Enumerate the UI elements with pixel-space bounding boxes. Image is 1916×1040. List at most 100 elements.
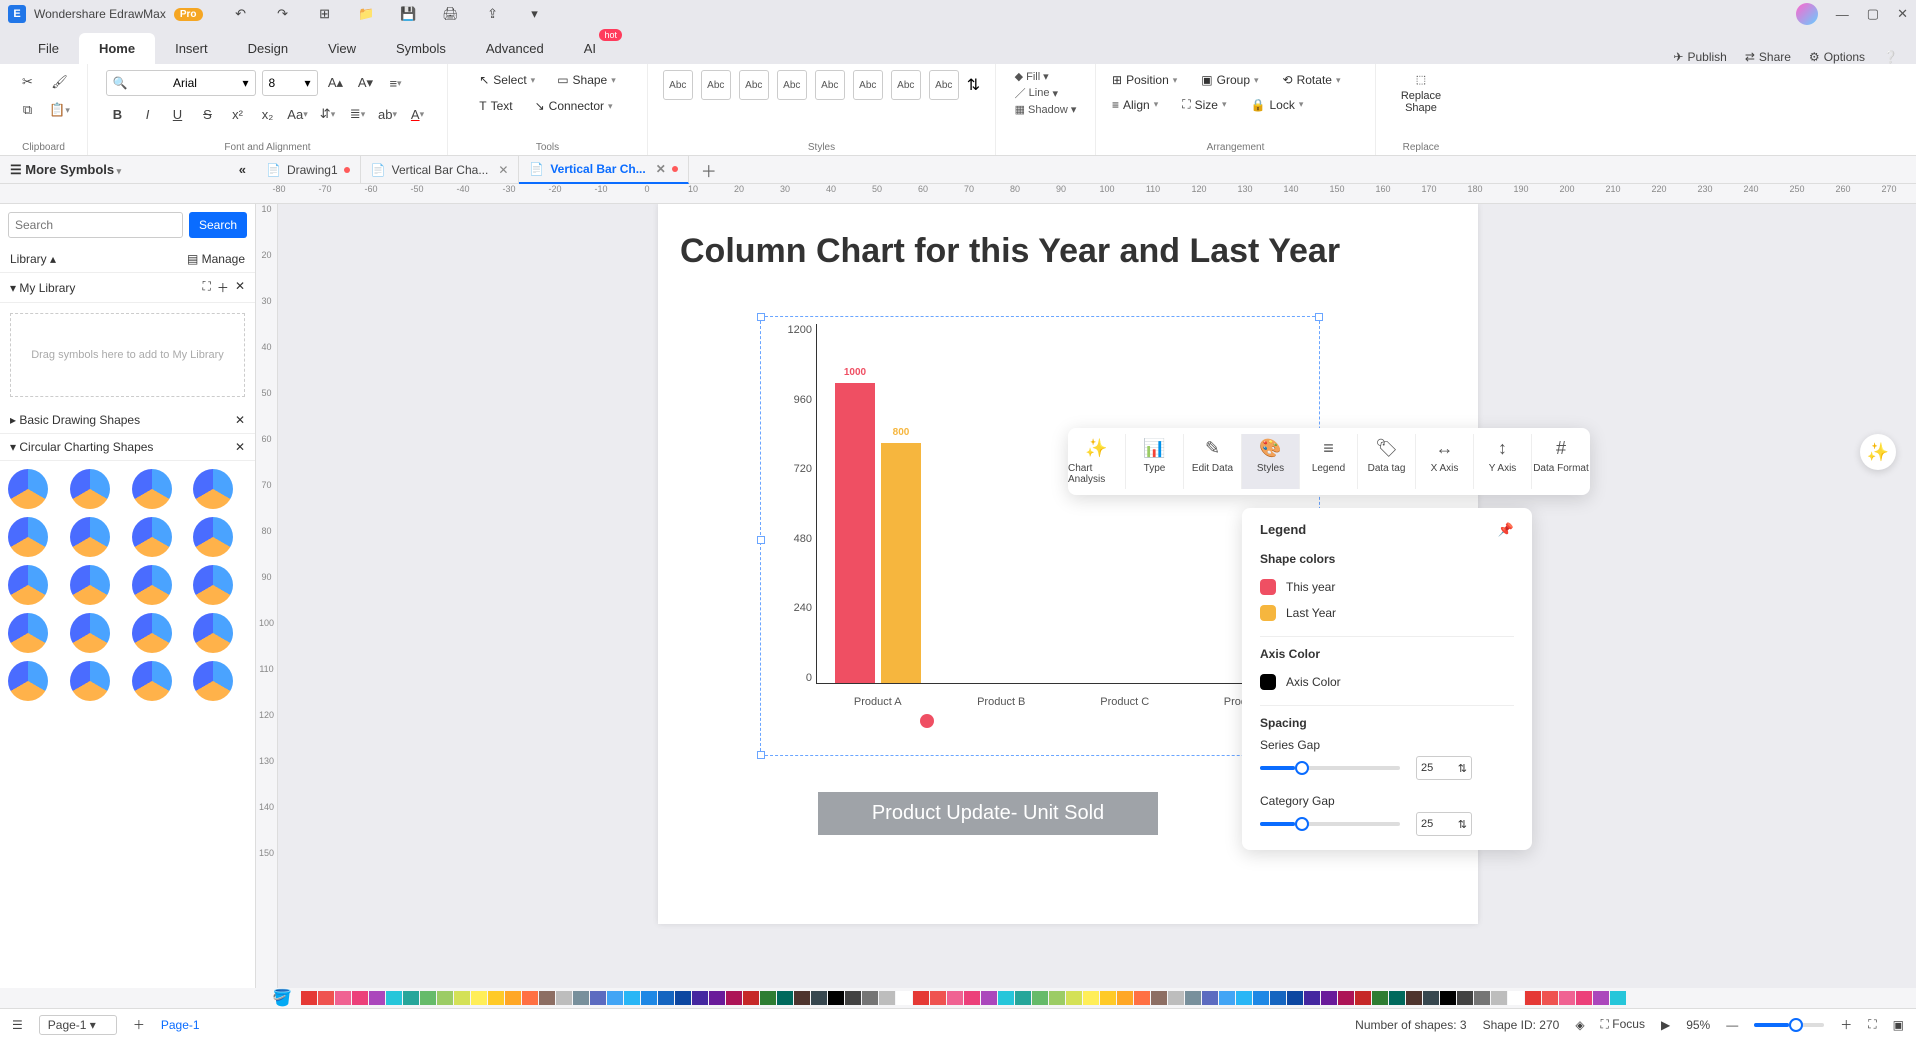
shrink-font-icon[interactable]: A▾: [354, 71, 378, 95]
symbol-shape[interactable]: [8, 661, 48, 701]
position-button[interactable]: ⊞ Position: [1106, 70, 1183, 90]
color-swatch[interactable]: [1253, 991, 1269, 1005]
color-swatch[interactable]: [1202, 991, 1218, 1005]
color-swatch[interactable]: [1168, 991, 1184, 1005]
color-swatch[interactable]: [1610, 991, 1626, 1005]
color-swatch[interactable]: [437, 991, 453, 1005]
tab-advanced[interactable]: Advanced: [466, 33, 564, 64]
page-select[interactable]: Page-1 ▾: [39, 1015, 117, 1035]
mylib-close-icon[interactable]: ✕: [235, 279, 245, 296]
paste-icon[interactable]: 📋: [48, 98, 72, 122]
redo-icon[interactable]: ↷: [271, 2, 295, 26]
color-swatch[interactable]: [641, 991, 657, 1005]
layers-icon[interactable]: ◈: [1575, 1018, 1584, 1032]
color-swatch[interactable]: [607, 991, 623, 1005]
color-swatch[interactable]: [913, 991, 929, 1005]
style-preset[interactable]: Abc: [891, 70, 921, 100]
series-color-row[interactable]: Last Year: [1260, 600, 1514, 626]
chart-toolbar-styles[interactable]: 🎨Styles: [1242, 434, 1300, 489]
color-swatch[interactable]: [1440, 991, 1456, 1005]
color-swatch[interactable]: [1542, 991, 1558, 1005]
symbol-shape[interactable]: [70, 469, 110, 509]
color-swatch[interactable]: [1406, 991, 1422, 1005]
color-swatch[interactable]: [1134, 991, 1150, 1005]
strike-icon[interactable]: S: [196, 102, 220, 126]
color-swatch[interactable]: [675, 991, 691, 1005]
new-icon[interactable]: ⊞: [313, 2, 337, 26]
more-symbols-button[interactable]: More Symbols: [25, 162, 121, 177]
chart-toolbar-y-axis[interactable]: ↕Y Axis: [1474, 434, 1532, 489]
ai-assistant-button[interactable]: ✨: [1860, 434, 1896, 470]
group-button[interactable]: ▣ Group: [1195, 70, 1264, 90]
color-swatch[interactable]: [1525, 991, 1541, 1005]
color-swatch[interactable]: [726, 991, 742, 1005]
library-dropdown[interactable]: Library ▴: [10, 252, 56, 266]
pin-icon[interactable]: 📌: [1498, 522, 1514, 538]
mylib-add-icon[interactable]: ＋: [217, 279, 229, 296]
zoom-out-button[interactable]: —: [1726, 1018, 1738, 1032]
line-button[interactable]: ／ Line ▾: [1015, 85, 1058, 101]
color-swatch[interactable]: [539, 991, 555, 1005]
series-gap-input[interactable]: 25⇅: [1416, 756, 1472, 780]
color-swatch[interactable]: [1576, 991, 1592, 1005]
options-button[interactable]: ⚙ Options: [1809, 50, 1865, 64]
color-swatch[interactable]: [454, 991, 470, 1005]
color-swatch[interactable]: [777, 991, 793, 1005]
color-swatch[interactable]: [403, 991, 419, 1005]
symbol-shape[interactable]: [8, 517, 48, 557]
color-swatch[interactable]: [828, 991, 844, 1005]
color-swatch[interactable]: [1559, 991, 1575, 1005]
symbol-shape[interactable]: [8, 469, 48, 509]
mylib-dropzone[interactable]: Drag symbols here to add to My Library: [10, 313, 245, 397]
color-swatch[interactable]: [1083, 991, 1099, 1005]
color-swatch[interactable]: [862, 991, 878, 1005]
color-swatch[interactable]: [1066, 991, 1082, 1005]
color-swatch[interactable]: [930, 991, 946, 1005]
color-swatch[interactable]: [845, 991, 861, 1005]
tab-symbols[interactable]: Symbols: [376, 33, 466, 64]
fill-button[interactable]: ◆ Fill ▾: [1015, 70, 1049, 83]
color-swatch[interactable]: [505, 991, 521, 1005]
font-color-icon[interactable]: A: [406, 102, 430, 126]
symbol-shape[interactable]: [193, 517, 233, 557]
symbol-shape[interactable]: [132, 661, 172, 701]
category-gap-input[interactable]: 25⇅: [1416, 812, 1472, 836]
color-swatch[interactable]: [1049, 991, 1065, 1005]
text-tool[interactable]: T Text: [473, 96, 518, 116]
style-preset[interactable]: Abc: [663, 70, 693, 100]
symbol-shape[interactable]: [8, 565, 48, 605]
symbol-search-button[interactable]: Search: [189, 212, 247, 238]
mylib-expand-icon[interactable]: ⛶: [203, 279, 211, 296]
tab-close-icon[interactable]: ✕: [498, 163, 508, 177]
style-preset[interactable]: Abc: [853, 70, 883, 100]
chart-toolbar-chart-analysis[interactable]: ✨Chart Analysis: [1068, 434, 1126, 489]
page-list-icon[interactable]: ☰: [12, 1018, 23, 1032]
share-button[interactable]: ⇄ Share: [1745, 50, 1791, 64]
color-swatch[interactable]: [743, 991, 759, 1005]
lock-button[interactable]: 🔒 Lock: [1245, 95, 1310, 115]
color-swatch[interactable]: [318, 991, 334, 1005]
export-icon[interactable]: ⇪: [481, 2, 505, 26]
series-color-row[interactable]: This year: [1260, 574, 1514, 600]
copy-icon[interactable]: ⧉: [16, 98, 40, 122]
doc-tab[interactable]: 📄 Drawing1: [256, 156, 361, 184]
color-swatch[interactable]: [658, 991, 674, 1005]
canvas[interactable]: Column Chart for this Year and Last Year…: [278, 204, 1916, 988]
doc-tab[interactable]: 📄 Vertical Bar Cha...✕: [361, 156, 520, 184]
symbol-shape[interactable]: [193, 565, 233, 605]
rotate-button[interactable]: ⟲ Rotate: [1277, 70, 1347, 90]
color-swatch[interactable]: [760, 991, 776, 1005]
symbol-shape[interactable]: [70, 613, 110, 653]
style-preset[interactable]: Abc: [929, 70, 959, 100]
color-swatch[interactable]: [1219, 991, 1235, 1005]
color-swatch[interactable]: [1372, 991, 1388, 1005]
color-swatch[interactable]: [1185, 991, 1201, 1005]
chart-toolbar-data-tag[interactable]: 🏷Data tag: [1358, 434, 1416, 489]
maximize-icon[interactable]: ▢: [1867, 6, 1879, 22]
publish-button[interactable]: ✈ Publish: [1673, 50, 1726, 64]
bold-icon[interactable]: B: [106, 102, 130, 126]
tab-design[interactable]: Design: [228, 33, 308, 64]
chart-toolbar-edit-data[interactable]: ✎Edit Data: [1184, 434, 1242, 489]
color-swatch[interactable]: [1338, 991, 1354, 1005]
qat-more-icon[interactable]: ▾: [523, 2, 547, 26]
